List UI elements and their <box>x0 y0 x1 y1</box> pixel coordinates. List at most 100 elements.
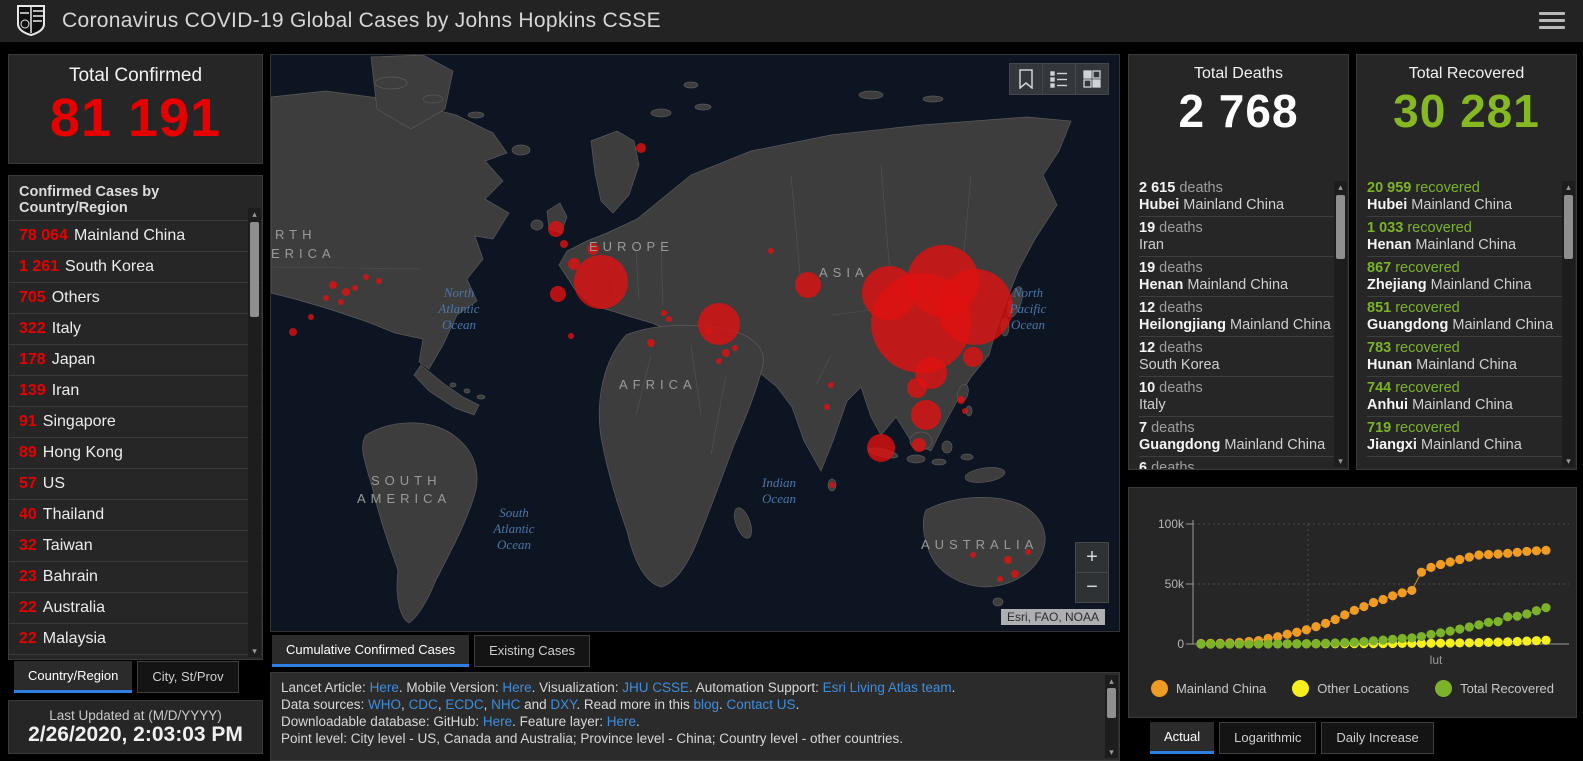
data-point[interactable] <box>1282 629 1292 639</box>
confirmed-list-item[interactable]: 322 Italy <box>9 313 262 344</box>
data-point[interactable] <box>1455 554 1465 565</box>
data-point[interactable] <box>1349 637 1359 647</box>
data-point[interactable] <box>1426 638 1436 648</box>
data-point[interactable] <box>1541 545 1551 555</box>
source-link[interactable]: NHC <box>491 697 520 712</box>
data-point[interactable] <box>1397 588 1407 598</box>
scroll-up-icon[interactable]: ▴ <box>248 208 261 220</box>
case-marker[interactable] <box>1004 556 1012 564</box>
stat-list-item[interactable]: 2 615 deaths Hubei Mainland China <box>1139 177 1334 217</box>
scroll-down-icon[interactable]: ▾ <box>248 645 261 657</box>
data-point[interactable] <box>1483 617 1494 627</box>
data-point[interactable] <box>1320 638 1331 648</box>
data-point[interactable] <box>1253 639 1264 649</box>
data-point[interactable] <box>1445 557 1455 567</box>
data-point[interactable] <box>1512 611 1522 621</box>
scroll-up-icon[interactable]: ▴ <box>1334 181 1347 193</box>
case-marker[interactable] <box>722 349 730 357</box>
scroll-down-icon[interactable]: ▾ <box>1334 455 1347 467</box>
case-marker[interactable] <box>548 221 564 237</box>
case-marker[interactable] <box>1011 570 1019 578</box>
case-marker[interactable] <box>824 404 830 410</box>
data-point[interactable] <box>1522 546 1532 557</box>
data-point[interactable] <box>1225 639 1235 649</box>
case-marker[interactable] <box>289 328 297 336</box>
confirmed-list-item[interactable]: 32 Taiwan <box>9 530 262 561</box>
tab-country-region[interactable]: Country/Region <box>14 661 133 693</box>
source-link[interactable]: ECDC <box>445 697 483 712</box>
stat-list-item[interactable]: 851 recovered Guangdong Mainland China <box>1367 297 1562 337</box>
confirmed-list-item[interactable]: 22 Australia <box>9 592 262 623</box>
bookmark-icon[interactable] <box>1010 64 1043 94</box>
case-marker[interactable] <box>732 345 738 351</box>
stat-list-item[interactable]: 19 deaths Henan Mainland China <box>1139 257 1334 297</box>
data-point[interactable] <box>1503 637 1513 647</box>
case-marker[interactable] <box>568 258 580 270</box>
cases-chart[interactable]: 100k 50k 0 lut <box>1129 488 1576 678</box>
case-marker[interactable] <box>963 347 983 367</box>
case-marker[interactable] <box>329 281 337 289</box>
basemap-icon[interactable] <box>1076 64 1108 94</box>
data-point[interactable] <box>1512 547 1522 557</box>
data-point[interactable] <box>1426 562 1436 572</box>
stat-list-item[interactable]: 783 recovered Hunan Mainland China <box>1367 337 1562 377</box>
legend-item[interactable]: Other Locations <box>1292 680 1409 697</box>
data-point[interactable] <box>1455 624 1465 634</box>
case-marker[interactable] <box>661 310 667 316</box>
data-point[interactable] <box>1368 597 1379 608</box>
zoom-in-button[interactable]: + <box>1076 543 1108 572</box>
tab-cumulative-confirmed[interactable]: Cumulative Confirmed Cases <box>272 635 470 667</box>
data-point[interactable] <box>1445 626 1455 636</box>
data-point[interactable] <box>1340 610 1350 620</box>
case-marker[interactable] <box>352 285 358 291</box>
data-point[interactable] <box>1388 591 1398 601</box>
data-point[interactable] <box>1493 616 1503 627</box>
source-link[interactable]: Contact US <box>727 697 796 712</box>
data-point[interactable] <box>1292 627 1302 637</box>
tab-existing-cases[interactable]: Existing Cases <box>474 635 591 667</box>
stat-list-item[interactable]: 19 deaths Iran <box>1139 217 1334 257</box>
confirmed-list-item[interactable]: 23 Bahrain <box>9 561 262 592</box>
data-point[interactable] <box>1435 628 1446 638</box>
data-point[interactable] <box>1483 637 1494 647</box>
data-point[interactable] <box>1512 636 1522 647</box>
confirmed-list-item[interactable]: 57 US <box>9 468 262 499</box>
stat-list-item[interactable]: 20 959 recovered Hubei Mainland China <box>1367 177 1562 217</box>
data-point[interactable] <box>1263 639 1273 649</box>
data-point[interactable] <box>1311 638 1321 649</box>
tab-city-stprov[interactable]: City, St/Prov <box>137 661 239 693</box>
case-marker[interactable] <box>574 255 628 309</box>
case-marker[interactable] <box>907 378 927 398</box>
data-point[interactable] <box>1503 548 1513 558</box>
data-point[interactable] <box>1282 639 1292 649</box>
data-point[interactable] <box>1368 636 1379 646</box>
data-point[interactable] <box>1378 594 1388 605</box>
case-marker[interactable] <box>560 240 568 248</box>
data-point[interactable] <box>1531 636 1542 646</box>
data-point[interactable] <box>1311 622 1321 632</box>
data-point[interactable] <box>1196 639 1206 649</box>
data-point[interactable] <box>1541 603 1551 613</box>
menu-icon[interactable] <box>1539 12 1565 30</box>
case-marker[interactable] <box>636 143 646 153</box>
case-marker[interactable] <box>768 248 774 254</box>
confirmed-list-item[interactable]: 18Germany <box>9 654 262 659</box>
data-point[interactable] <box>1292 639 1302 649</box>
recovered-scrollbar[interactable]: ▴ ▾ <box>1562 181 1575 467</box>
sources-scrollbar[interactable]: ▴ ▾ <box>1105 675 1118 758</box>
data-point[interactable] <box>1493 549 1503 559</box>
world-map[interactable]: RTH ERICA EUROPE ASIA AFRICA SOUTH AMERICA AUST… <box>270 54 1120 632</box>
data-point[interactable] <box>1541 635 1551 645</box>
case-marker[interactable] <box>376 278 382 284</box>
stat-list-item[interactable]: 12 deaths Heilongjiang Mainland China <box>1139 297 1334 337</box>
data-point[interactable] <box>1320 618 1331 628</box>
stat-list-item[interactable]: 1 033 recovered Henan Mainland China <box>1367 217 1562 257</box>
data-point[interactable] <box>1388 634 1398 644</box>
data-point[interactable] <box>1474 620 1484 630</box>
case-marker[interactable] <box>957 396 965 404</box>
case-marker[interactable] <box>937 269 1013 345</box>
case-marker[interactable] <box>911 400 941 430</box>
confirmed-scrollbar[interactable]: ▴ ▾ <box>248 208 261 657</box>
data-point[interactable] <box>1301 639 1312 649</box>
data-point[interactable] <box>1416 567 1427 577</box>
